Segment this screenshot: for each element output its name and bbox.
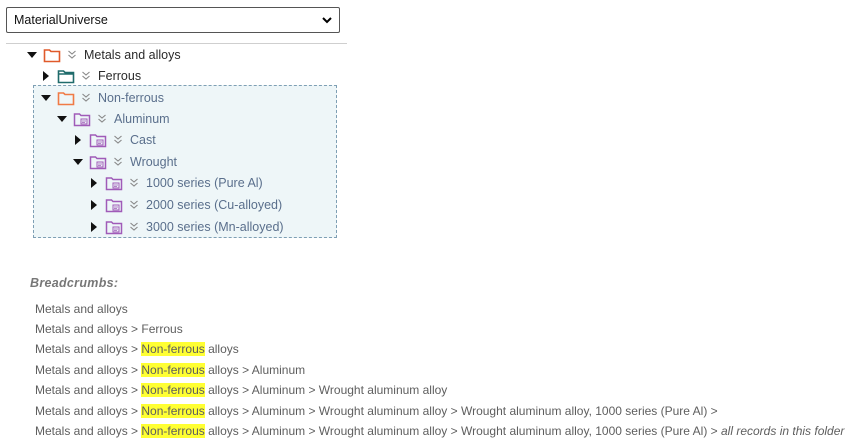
tree-label: Non-ferrous: [98, 91, 164, 105]
folder-icon: [89, 132, 107, 148]
double-chevron-icon[interactable]: [67, 49, 77, 61]
breadcrumb-line: Metals and alloys > Non-ferrous alloys >…: [35, 404, 718, 418]
folder-icon: [105, 197, 123, 213]
breadcrumb-line: Metals and alloys > Non-ferrous alloys >…: [35, 383, 447, 397]
tree-label: Metals and alloys: [84, 48, 181, 62]
database-select-value: MaterialUniverse: [14, 13, 108, 27]
double-chevron-icon[interactable]: [129, 177, 139, 189]
double-chevron-icon[interactable]: [97, 113, 107, 125]
double-chevron-icon[interactable]: [113, 156, 123, 168]
divider: [6, 43, 347, 44]
double-chevron-icon[interactable]: [113, 134, 123, 146]
tree-label: Wrought: [130, 155, 178, 169]
folder-icon: [57, 90, 75, 106]
tree-label: 2000 series (Cu-alloyed): [146, 198, 283, 212]
expand-right-icon[interactable]: [39, 69, 53, 83]
folder-icon: [43, 47, 61, 63]
folder-icon: [57, 68, 75, 84]
double-chevron-icon[interactable]: [81, 92, 91, 104]
search-highlight: Non-ferrous: [141, 363, 205, 377]
tree-label: Ferrous: [98, 69, 142, 83]
breadcrumb-text: alloys > Aluminum > Wrought aluminum all…: [204, 383, 448, 397]
double-chevron-icon[interactable]: [129, 221, 139, 233]
breadcrumb-text: alloys > Aluminum > Wrought aluminum all…: [204, 404, 718, 418]
breadcrumb-text: alloys: [204, 342, 239, 356]
folder-icon: [73, 111, 91, 127]
tree-node-ferrous[interactable]: Ferrous: [39, 66, 141, 86]
tree-label: Cast: [130, 133, 156, 147]
breadcrumb-text: alloys > Aluminum > Wrought aluminum all…: [204, 424, 721, 438]
double-chevron-icon[interactable]: [81, 70, 91, 82]
breadcrumb-text: Metals and alloys >: [35, 404, 142, 418]
expand-right-icon[interactable]: [71, 133, 85, 147]
tree-label: 3000 series (Mn-alloyed): [146, 220, 284, 234]
breadcrumb-text: Metals and alloys > Ferrous: [35, 322, 183, 336]
tree-label: Aluminum: [114, 112, 170, 126]
tree-node-1000-series[interactable]: 1000 series (Pure Al): [87, 173, 263, 193]
breadcrumb-text: Metals and alloys >: [35, 424, 142, 438]
search-highlight: Non-ferrous: [141, 383, 205, 397]
tree-node-aluminum[interactable]: Aluminum: [55, 109, 170, 129]
expand-right-icon[interactable]: [87, 220, 101, 234]
breadcrumb-line: Metals and alloys > Non-ferrous alloys >…: [35, 363, 305, 377]
tree-node-wrought[interactable]: Wrought: [71, 152, 177, 172]
search-highlight: Non-ferrous: [141, 404, 205, 418]
breadcrumb-text: Metals and alloys >: [35, 383, 142, 397]
search-highlight: Non-ferrous: [141, 424, 205, 438]
folder-icon: [105, 175, 123, 191]
database-select[interactable]: MaterialUniverse: [6, 7, 340, 33]
folder-icon: [89, 154, 107, 170]
folder-icon: [105, 219, 123, 235]
expand-right-icon[interactable]: [87, 176, 101, 190]
tree-label: 1000 series (Pure Al): [146, 176, 263, 190]
breadcrumbs-heading: Breadcrumbs:: [30, 276, 119, 290]
breadcrumb-tail: all records in this folder: [721, 424, 845, 438]
search-highlight: Non-ferrous: [141, 342, 205, 356]
expand-down-icon[interactable]: [25, 48, 39, 62]
expand-down-icon[interactable]: [71, 155, 85, 169]
double-chevron-icon[interactable]: [129, 199, 139, 211]
tree-node-2000-series[interactable]: 2000 series (Cu-alloyed): [87, 195, 282, 215]
breadcrumb-line: Metals and alloys: [35, 302, 128, 316]
chevron-down-icon: [322, 17, 332, 24]
tree-node-cast[interactable]: Cast: [71, 130, 156, 150]
breadcrumb-line: Metals and alloys > Ferrous: [35, 322, 183, 336]
breadcrumb-text: Metals and alloys >: [35, 342, 142, 356]
breadcrumb-text: alloys > Aluminum: [204, 363, 306, 377]
expand-right-icon[interactable]: [87, 198, 101, 212]
breadcrumb-line: Metals and alloys > Non-ferrous alloys >…: [35, 424, 844, 438]
tree-node-metals[interactable]: Metals and alloys: [25, 45, 181, 65]
breadcrumb-text: Metals and alloys: [35, 302, 128, 316]
tree-node-non-ferrous[interactable]: Non-ferrous: [39, 88, 164, 108]
breadcrumb-text: Metals and alloys >: [35, 363, 142, 377]
expand-down-icon[interactable]: [55, 112, 69, 126]
expand-down-icon[interactable]: [39, 91, 53, 105]
breadcrumb-line: Metals and alloys > Non-ferrous alloys: [35, 342, 239, 356]
tree-node-3000-series[interactable]: 3000 series (Mn-alloyed): [87, 217, 284, 237]
